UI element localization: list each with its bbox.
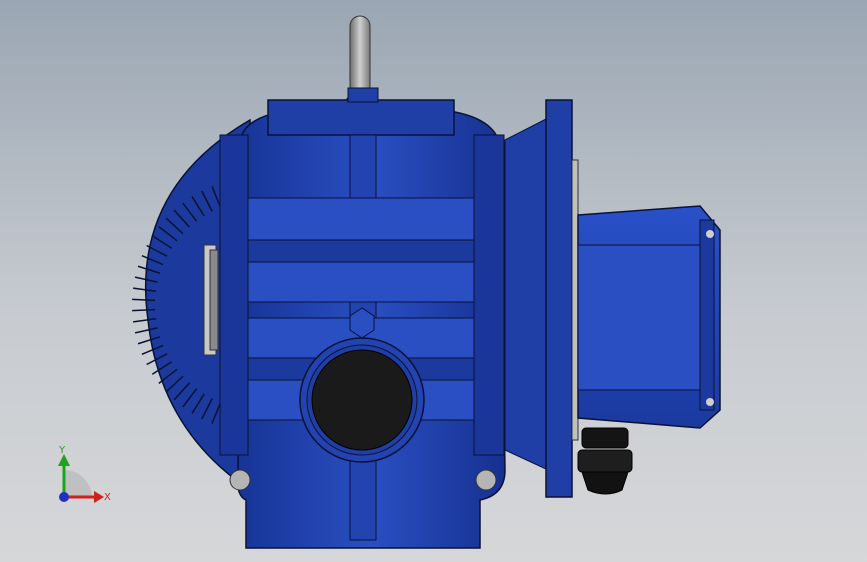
mounting-flange <box>504 99 579 498</box>
motor-housing <box>219 87 506 549</box>
terminal-box <box>577 205 721 429</box>
lifting-handle <box>344 15 376 101</box>
cooling-fin <box>132 298 156 302</box>
inlet-port <box>299 337 425 463</box>
x-axis-label: X <box>104 492 111 503</box>
cable-gland <box>577 427 633 495</box>
axis-triad: Y X <box>58 445 111 503</box>
y-axis-label: Y <box>58 445 66 456</box>
cooling-fin <box>132 308 156 312</box>
cad-viewport[interactable]: Y X <box>0 0 867 562</box>
motor-model[interactable]: Y X <box>0 0 867 562</box>
